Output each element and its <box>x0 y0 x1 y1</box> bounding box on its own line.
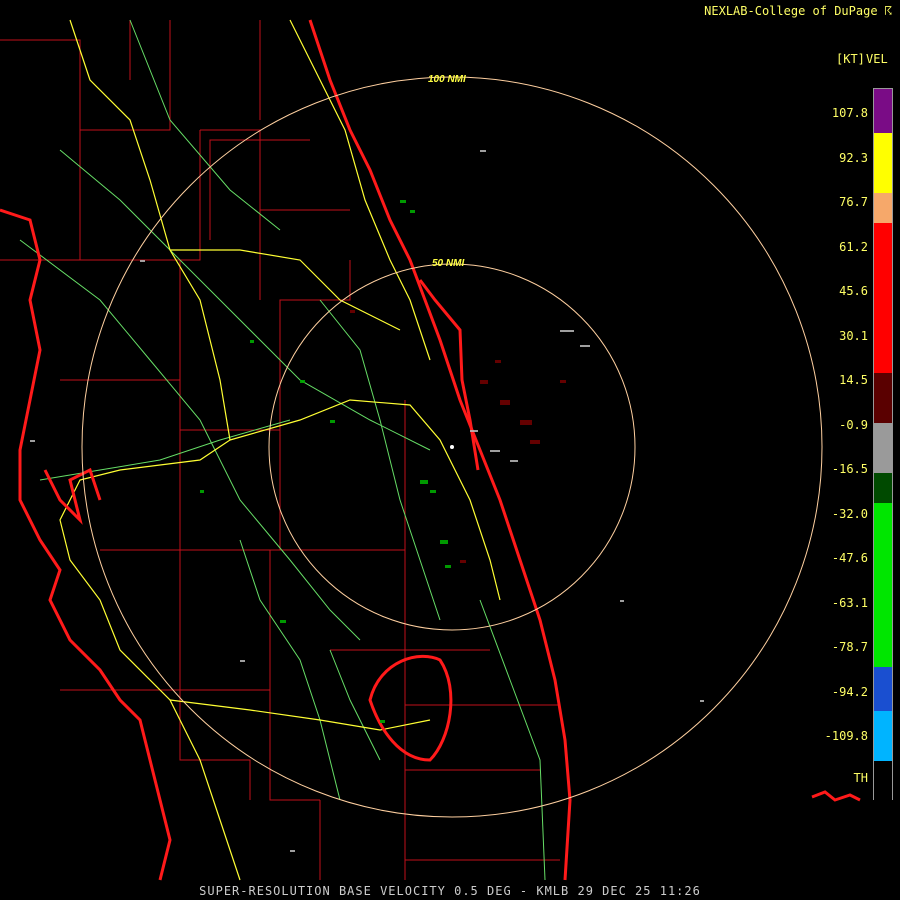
colorbar-seg-black <box>874 761 892 801</box>
colorbar-tick-label: -47.6 <box>831 551 868 565</box>
colorbar-tick-label: -109.8 <box>824 729 868 743</box>
range-ring-100-label: 100 NMI <box>428 74 466 85</box>
colorbar-tick-label: -94.2 <box>831 684 868 699</box>
colorbar-label-th: TH <box>853 771 868 785</box>
colorbar-tick-label: -63.1 <box>831 595 868 610</box>
colorbar-seg-purple <box>874 89 892 133</box>
colorbar-tick-label: 45.6 <box>839 284 868 298</box>
colorbar-tick-label: 107.8 <box>831 106 868 120</box>
colorbar-seg-orange <box>874 193 892 223</box>
range-ring-50-label: 50 NMI <box>432 258 465 269</box>
credit-label: NEXLAB-College of DuPage ☈ <box>704 4 892 18</box>
colorbar-seg-dark-red <box>874 373 892 423</box>
colorbar-tick-label: 30.1 <box>839 328 868 343</box>
colorbar-tick-label: -16.5 <box>831 462 868 476</box>
colorbar-seg-gray <box>874 423 892 473</box>
colorbar-tick-label: 14.5 <box>839 373 868 387</box>
colorbar-seg-yellow <box>874 133 892 193</box>
colorbar-tick-label: 92.3 <box>839 150 868 165</box>
radar-site-icon <box>450 445 454 449</box>
colorbar-tick-label: -0.9 <box>839 417 868 432</box>
legend-product: VEL <box>866 52 888 66</box>
colorbar-seg-dark-green <box>874 473 892 503</box>
colorbar-tick-label: -32.0 <box>831 506 868 521</box>
radar-map <box>0 0 900 900</box>
colorbar-seg-blue <box>874 667 892 711</box>
colorbar-seg-green <box>874 503 892 667</box>
colorbar-tick-label: 61.2 <box>839 239 868 254</box>
colorbar-seg-red <box>874 223 892 373</box>
product-caption: SUPER-RESOLUTION BASE VELOCITY 0.5 DEG -… <box>199 884 701 898</box>
legend-unit: [KT] <box>836 52 865 66</box>
colorbar-seg-cyan <box>874 711 892 761</box>
colorbar-tick-label: -78.7 <box>831 640 868 654</box>
colorbar-tick-label: 76.7 <box>839 195 868 209</box>
velocity-colorbar <box>873 88 893 801</box>
